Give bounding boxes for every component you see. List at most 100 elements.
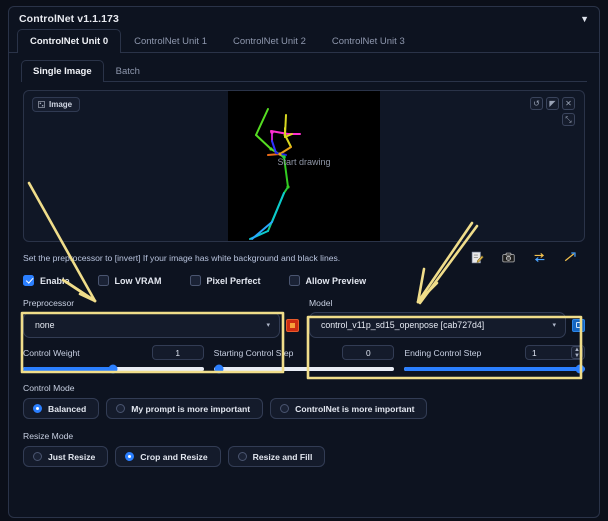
clipped-bottom-row	[23, 477, 585, 487]
panel-header[interactable]: ControlNet v1.1.173 ▼	[9, 7, 599, 29]
starting-control-step-track[interactable]	[213, 364, 395, 374]
source-tab-bar: Single Image Batch	[21, 60, 587, 82]
model-group: Model control_v11p_sd15_openpose [cab727…	[309, 298, 585, 338]
ending-control-step-knob[interactable]	[575, 364, 585, 374]
preprocessor-wrap: none ▾	[23, 312, 299, 338]
resize-mode-label: Resize Mode	[23, 431, 74, 441]
model-label: Model	[309, 298, 333, 308]
chevron-down-icon[interactable]: ▾	[266, 321, 270, 329]
unit-body: Single Image Batch Image Start drawing ↺…	[9, 53, 599, 487]
ending-control-step-fill	[404, 367, 586, 371]
radio-dot-resize-and-fill[interactable]	[237, 452, 247, 461]
control-mode-group: Control Mode Balanced My prompt is more …	[23, 383, 585, 419]
swap-icon[interactable]	[533, 251, 546, 264]
ending-control-step-value-wrap[interactable]: 1 ▲ ▼	[525, 345, 586, 360]
canvas-toolbar: ↺ ◤ ✕ ⤡	[530, 97, 575, 126]
model-selection-row: Preprocessor none ▾ Model control_v11p_s…	[23, 298, 585, 338]
pixel-perfect-checkbox-box[interactable]	[189, 275, 201, 286]
starting-control-step-head: Starting Control Step 0	[214, 345, 395, 360]
options-checkbox-row: Enable Low VRAM Pixel Perfect Allow Prev…	[23, 275, 585, 286]
start-drawing-label: Start drawing	[277, 157, 331, 167]
preprocessor-value: none	[35, 320, 55, 330]
image-chip-label: Image	[49, 100, 73, 109]
radio-crop-and-resize[interactable]: Crop and Resize	[115, 446, 221, 467]
radio-balanced[interactable]: Balanced	[23, 398, 100, 419]
label-resize-and-fill: Resize and Fill	[252, 451, 313, 462]
ending-control-step-slider: Ending Control Step 1 ▲ ▼	[404, 345, 586, 374]
preprocessor-dropdown[interactable]: none ▾	[23, 312, 280, 338]
model-wrap: control_v11p_sd15_openpose [cab727d4] ▾	[309, 312, 585, 338]
model-value: control_v11p_sd15_openpose [cab727d4]	[321, 320, 485, 330]
expand-icon[interactable]: ⤡	[562, 113, 575, 126]
pose-canvas[interactable]: Start drawing	[228, 91, 380, 241]
canvas-toolbar-row: ↺ ◤ ✕	[530, 97, 575, 110]
label-crop-and-resize: Crop and Resize	[140, 451, 208, 462]
action-icons	[471, 251, 577, 264]
tab-controlnet-unit-1[interactable]: ControlNet Unit 1	[121, 29, 220, 53]
control-weight-knob[interactable]	[108, 364, 118, 374]
radio-just-resize[interactable]: Just Resize	[23, 446, 109, 467]
camera-icon[interactable]	[502, 251, 515, 264]
tab-single-image[interactable]: Single Image	[21, 60, 104, 82]
image-drop-area[interactable]: Image Start drawing ↺ ◤ ✕ ⤡	[23, 90, 585, 242]
control-mode-label: Control Mode	[23, 383, 75, 393]
starting-control-step-knob[interactable]	[214, 364, 224, 374]
radio-dot-balanced[interactable]	[33, 404, 42, 413]
image-chip: Image	[32, 97, 81, 112]
tab-controlnet-unit-2[interactable]: ControlNet Unit 2	[220, 29, 319, 53]
tab-controlnet-unit-3[interactable]: ControlNet Unit 3	[319, 29, 418, 53]
preprocessor-label: Preprocessor	[23, 298, 75, 308]
ending-control-step-head: Ending Control Step 1 ▲ ▼	[404, 345, 586, 360]
model-dropdown[interactable]: control_v11p_sd15_openpose [cab727d4] ▾	[309, 312, 566, 338]
preprocessor-group: Preprocessor none ▾	[23, 298, 299, 338]
radio-dot-my-prompt[interactable]	[116, 404, 126, 413]
control-weight-label: Control Weight	[23, 347, 80, 358]
radio-controlnet-more-important[interactable]: ControlNet is more important	[270, 398, 428, 419]
radio-resize-and-fill[interactable]: Resize and Fill	[227, 446, 326, 467]
undo-icon[interactable]: ↺	[530, 97, 543, 110]
number-stepper-icon[interactable]: ▲ ▼	[571, 346, 584, 359]
allow-preview-checkbox-box[interactable]	[288, 275, 300, 286]
control-mode-options: Balanced My prompt is more important Con…	[23, 398, 585, 419]
control-weight-value[interactable]: 1	[151, 345, 204, 360]
hint-row: Set the preprocessor to [invert] If your…	[23, 251, 585, 264]
unit-tab-bar: ControlNet Unit 0 ControlNet Unit 1 Cont…	[9, 29, 599, 53]
page-title: ControlNet v1.1.173	[19, 13, 119, 25]
edit-note-icon[interactable]	[471, 251, 484, 264]
checkbox-low-vram[interactable]: Low VRAM	[97, 275, 162, 286]
chevron-down-icon[interactable]: ▾	[552, 321, 556, 329]
controlnet-panel: ControlNet v1.1.173 ▼ ControlNet Unit 0 …	[8, 6, 600, 518]
checkbox-pixel-perfect[interactable]: Pixel Perfect	[189, 275, 261, 286]
resize-mode-group: Resize Mode Just Resize Crop and Resize …	[23, 431, 585, 467]
checkbox-enable[interactable]: Enable	[23, 275, 70, 286]
radio-dot-crop-and-resize[interactable]	[125, 452, 135, 461]
ending-control-step-label: Ending Control Step	[404, 347, 482, 358]
enable-checkbox-box[interactable]	[23, 275, 34, 286]
starting-control-step-value[interactable]: 0	[342, 345, 395, 360]
chevron-down-icon[interactable]: ▼	[580, 14, 589, 24]
control-weight-slider: Control Weight 1	[23, 345, 204, 374]
tab-controlnet-unit-0[interactable]: ControlNet Unit 0	[17, 29, 122, 53]
controlnet-screenshot: ControlNet v1.1.173 ▼ ControlNet Unit 0 …	[0, 0, 608, 521]
resize-mode-options: Just Resize Crop and Resize Resize and F…	[23, 446, 585, 467]
eraser-icon[interactable]: ◤	[546, 97, 559, 110]
label-my-prompt: My prompt is more important	[131, 403, 251, 414]
send-icon[interactable]	[564, 251, 577, 264]
checkbox-allow-preview[interactable]: Allow Preview	[288, 275, 366, 286]
control-weight-head: Control Weight 1	[23, 345, 204, 360]
preprocessor-hint: Set the preprocessor to [invert] If your…	[23, 252, 341, 263]
ending-control-step-track[interactable]	[404, 364, 586, 374]
low-vram-checkbox-box[interactable]	[97, 275, 109, 286]
refresh-models-icon[interactable]	[572, 318, 585, 332]
checkbox-label-pixel-perfect: Pixel Perfect	[206, 275, 261, 286]
checkbox-label-low-vram: Low VRAM	[114, 275, 162, 286]
tab-batch[interactable]: Batch	[104, 60, 152, 82]
radio-dot-controlnet[interactable]	[280, 404, 290, 413]
close-icon[interactable]: ✕	[562, 97, 575, 110]
run-preprocessor-icon[interactable]	[286, 318, 299, 332]
radio-dot-just-resize[interactable]	[33, 452, 42, 461]
control-weight-fill	[23, 367, 114, 371]
radio-my-prompt-more-important[interactable]: My prompt is more important	[106, 398, 264, 419]
control-weight-track[interactable]	[23, 364, 204, 374]
starting-control-step-slider: Starting Control Step 0	[213, 345, 395, 374]
